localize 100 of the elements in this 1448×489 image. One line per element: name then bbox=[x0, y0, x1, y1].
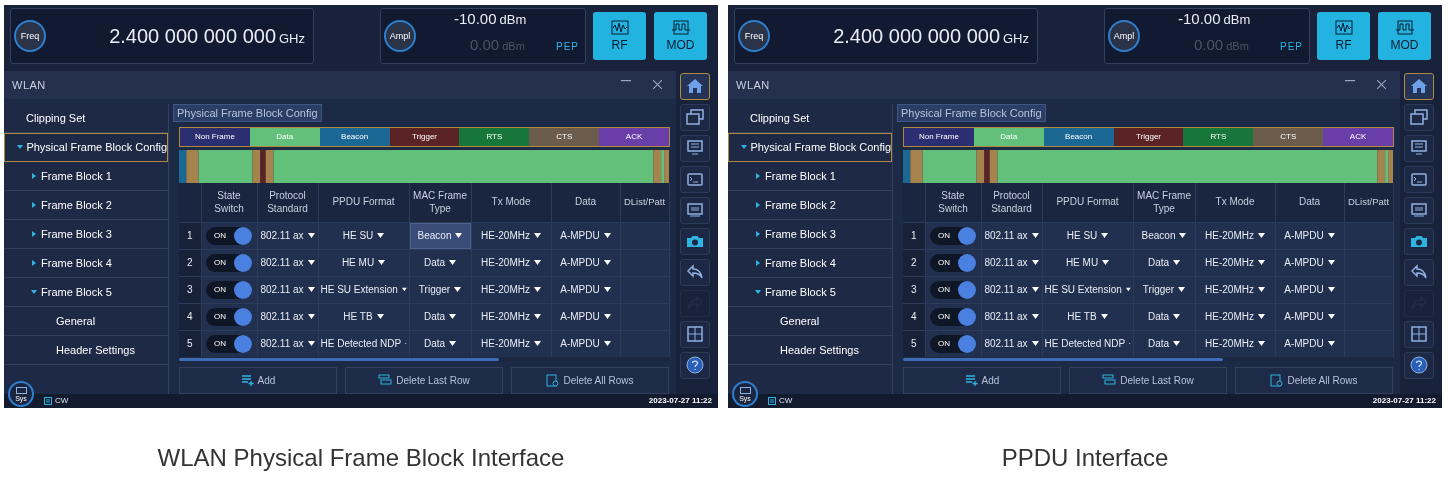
toggle-switch[interactable]: ON bbox=[930, 253, 976, 272]
ppdu-format-dropdown[interactable]: HE MU bbox=[1042, 250, 1132, 276]
protocol-dropdown[interactable]: 802.11 ax bbox=[257, 331, 317, 357]
mac-frame-type-dropdown[interactable]: Trigger bbox=[1133, 277, 1194, 303]
monitor-button[interactable] bbox=[680, 134, 710, 162]
protocol-dropdown[interactable]: 802.11 ax bbox=[981, 250, 1041, 276]
ppdu-format-dropdown[interactable]: HE SU bbox=[1042, 223, 1132, 249]
toggle-switch[interactable]: ON bbox=[206, 280, 252, 299]
panel-tab[interactable]: Physical Frame Block Config bbox=[173, 103, 322, 122]
toggle-switch[interactable]: ON bbox=[206, 334, 252, 353]
protocol-dropdown[interactable]: 802.11 ax bbox=[257, 223, 317, 249]
toggle-switch[interactable]: ON bbox=[206, 307, 252, 326]
protocol-dropdown[interactable]: 802.11 ax bbox=[257, 250, 317, 276]
tx-mode-dropdown[interactable]: HE-20MHz bbox=[1195, 250, 1274, 276]
protocol-dropdown[interactable]: 802.11 ax bbox=[981, 304, 1041, 330]
ppdu-format-dropdown[interactable]: HE MU bbox=[318, 250, 408, 276]
ppdu-format-dropdown[interactable]: HE TB bbox=[1042, 304, 1132, 330]
mac-frame-type-dropdown[interactable]: Trigger bbox=[409, 277, 470, 303]
ppdu-format-dropdown[interactable]: HE SU bbox=[318, 223, 408, 249]
amplitude-field[interactable]: Ampl -10.00 dBm 0.00 dBm PEP bbox=[380, 8, 586, 65]
mac-frame-type-dropdown[interactable]: Beacon bbox=[1133, 223, 1194, 249]
frequency-field[interactable]: Freq 2.400 000 000 000 GHz bbox=[734, 8, 1038, 65]
aggregation-dropdown[interactable]: A-MPDU bbox=[551, 331, 619, 357]
tx-mode-dropdown[interactable]: HE-20MHz bbox=[471, 304, 550, 330]
add-button[interactable]: Add bbox=[903, 366, 1061, 394]
close-icon[interactable] bbox=[653, 80, 662, 90]
delete-last-button[interactable]: Delete Last Row bbox=[1069, 366, 1227, 394]
protocol-dropdown[interactable]: 802.11 ax bbox=[981, 277, 1041, 303]
mod-button[interactable]: MOD bbox=[1378, 12, 1431, 61]
layout-button[interactable] bbox=[1404, 320, 1434, 348]
terminal-button[interactable] bbox=[680, 165, 710, 193]
rf-button[interactable]: RF bbox=[593, 12, 646, 61]
aggregation-dropdown[interactable]: A-MPDU bbox=[551, 277, 619, 303]
layout-button[interactable] bbox=[680, 320, 710, 348]
tx-mode-dropdown[interactable]: HE-20MHz bbox=[1195, 223, 1274, 249]
scpi-button[interactable] bbox=[680, 196, 710, 224]
aggregation-dropdown[interactable]: A-MPDU bbox=[1275, 223, 1343, 249]
sidebar-item[interactable]: Physical Frame Block Config bbox=[4, 132, 168, 162]
delete-last-button[interactable]: Delete Last Row bbox=[345, 366, 503, 394]
scrollbar-thumb[interactable] bbox=[903, 357, 1223, 361]
tx-mode-dropdown[interactable]: HE-20MHz bbox=[1195, 331, 1274, 357]
mac-frame-type-dropdown[interactable]: Data bbox=[409, 304, 470, 330]
toggle-switch[interactable]: ON bbox=[930, 307, 976, 326]
windows-button[interactable] bbox=[1404, 103, 1434, 131]
mac-frame-type-dropdown[interactable]: Data bbox=[1133, 331, 1194, 357]
aggregation-dropdown[interactable]: A-MPDU bbox=[1275, 277, 1343, 303]
mac-frame-type-dropdown[interactable]: Data bbox=[409, 331, 470, 357]
frequency-field[interactable]: Freq 2.400 000 000 000 GHz bbox=[10, 8, 314, 65]
undo-button[interactable] bbox=[1404, 258, 1434, 286]
amplitude-field[interactable]: Ampl -10.00 dBm 0.00 dBm PEP bbox=[1104, 8, 1310, 65]
aggregation-dropdown[interactable]: A-MPDU bbox=[1275, 250, 1343, 276]
protocol-dropdown[interactable]: 802.11 ax bbox=[981, 331, 1041, 357]
toggle-switch[interactable]: ON bbox=[930, 280, 976, 299]
minimize-icon[interactable] bbox=[1345, 80, 1355, 83]
delete-all-button[interactable]: Delete All Rows bbox=[1235, 366, 1393, 394]
tx-mode-dropdown[interactable]: HE-20MHz bbox=[1195, 304, 1274, 330]
help-button[interactable] bbox=[1404, 351, 1434, 379]
tx-mode-dropdown[interactable]: HE-20MHz bbox=[1195, 277, 1274, 303]
toggle-switch[interactable]: ON bbox=[930, 334, 976, 353]
undo-button[interactable] bbox=[680, 258, 710, 286]
aggregation-dropdown[interactable]: A-MPDU bbox=[551, 304, 619, 330]
aggregation-dropdown[interactable]: A-MPDU bbox=[1275, 331, 1343, 357]
ppdu-format-dropdown[interactable]: HE Detected NDP bbox=[318, 331, 408, 357]
mod-button[interactable]: MOD bbox=[654, 12, 707, 61]
protocol-dropdown[interactable]: 802.11 ax bbox=[981, 223, 1041, 249]
minimize-icon[interactable] bbox=[621, 80, 631, 83]
home-button[interactable] bbox=[1404, 72, 1434, 100]
mac-frame-type-dropdown[interactable]: Data bbox=[1133, 250, 1194, 276]
toggle-switch[interactable]: ON bbox=[930, 226, 976, 245]
delete-all-button[interactable]: Delete All Rows bbox=[511, 366, 669, 394]
mac-frame-type-dropdown[interactable]: Beacon bbox=[409, 223, 470, 249]
home-button[interactable] bbox=[680, 72, 710, 100]
mac-frame-type-dropdown[interactable]: Data bbox=[1133, 304, 1194, 330]
close-icon[interactable] bbox=[1377, 80, 1386, 90]
ppdu-format-dropdown[interactable]: HE SU Extension bbox=[318, 277, 408, 303]
rf-button[interactable]: RF bbox=[1317, 12, 1370, 61]
ppdu-format-dropdown[interactable]: HE Detected NDP bbox=[1042, 331, 1132, 357]
sidebar-item[interactable]: Physical Frame Block Config bbox=[728, 132, 892, 162]
monitor-button[interactable] bbox=[1404, 134, 1434, 162]
camera-button[interactable] bbox=[680, 227, 710, 255]
aggregation-dropdown[interactable]: A-MPDU bbox=[1275, 304, 1343, 330]
tx-mode-dropdown[interactable]: HE-20MHz bbox=[471, 223, 550, 249]
mac-frame-type-dropdown[interactable]: Data bbox=[409, 250, 470, 276]
terminal-button[interactable] bbox=[1404, 165, 1434, 193]
scrollbar-thumb[interactable] bbox=[179, 357, 499, 361]
tx-mode-dropdown[interactable]: HE-20MHz bbox=[471, 277, 550, 303]
aggregation-dropdown[interactable]: A-MPDU bbox=[551, 250, 619, 276]
protocol-dropdown[interactable]: 802.11 ax bbox=[257, 277, 317, 303]
toggle-switch[interactable]: ON bbox=[206, 253, 252, 272]
camera-button[interactable] bbox=[1404, 227, 1434, 255]
panel-tab[interactable]: Physical Frame Block Config bbox=[897, 103, 1046, 122]
ppdu-format-dropdown[interactable]: HE SU Extension bbox=[1042, 277, 1132, 303]
add-button[interactable]: Add bbox=[179, 366, 337, 394]
scpi-button[interactable] bbox=[1404, 196, 1434, 224]
aggregation-dropdown[interactable]: A-MPDU bbox=[551, 223, 619, 249]
help-button[interactable] bbox=[680, 351, 710, 379]
tx-mode-dropdown[interactable]: HE-20MHz bbox=[471, 250, 550, 276]
tx-mode-dropdown[interactable]: HE-20MHz bbox=[471, 331, 550, 357]
ppdu-format-dropdown[interactable]: HE TB bbox=[318, 304, 408, 330]
windows-button[interactable] bbox=[680, 103, 710, 131]
